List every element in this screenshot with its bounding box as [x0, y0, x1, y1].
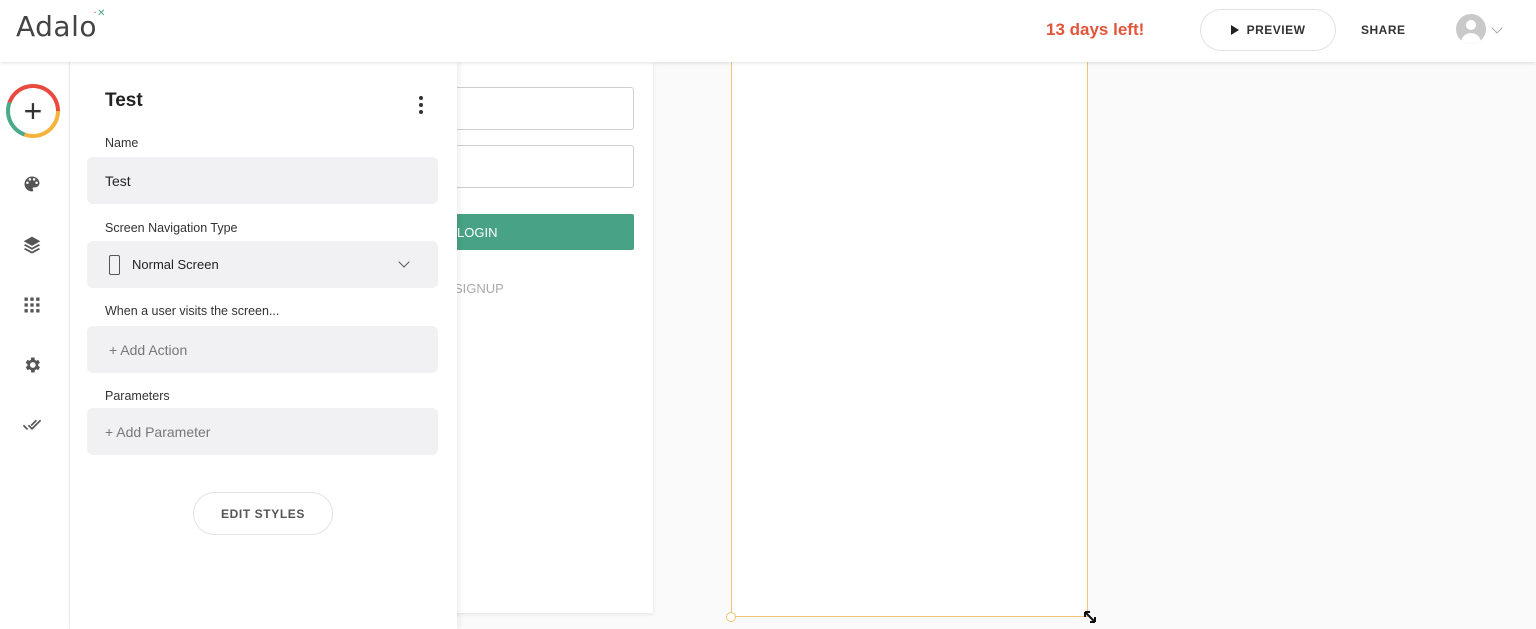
panel-title: Test	[105, 90, 143, 111]
layers-icon[interactable]	[21, 234, 43, 256]
nav-type-value: Normal Screen	[132, 257, 219, 272]
edit-styles-button[interactable]: EDIT STYLES	[193, 492, 333, 535]
logo-text: Adalo	[16, 10, 98, 43]
password-input-preview[interactable]	[430, 145, 634, 188]
top-bar: Adalo ·✕ 13 days left! PREVIEW SHARE	[0, 0, 1536, 62]
palette-icon[interactable]	[21, 173, 43, 195]
gear-icon[interactable]	[21, 354, 43, 376]
share-button[interactable]: SHARE	[1361, 23, 1406, 37]
screen-name-field[interactable]: Test	[87, 157, 438, 204]
logo-spark-icon: ·✕	[93, 8, 107, 19]
name-label: Name	[105, 136, 139, 150]
resize-cursor-icon	[1084, 611, 1096, 623]
preview-label: PREVIEW	[1246, 23, 1306, 37]
signup-link-preview[interactable]: SIGNUP	[454, 281, 504, 296]
play-icon	[1230, 25, 1239, 35]
left-toolbar: +	[0, 62, 70, 629]
login-button-preview[interactable]: LOGIN	[430, 214, 634, 250]
selected-screen-test[interactable]	[731, 62, 1088, 617]
trial-days-left[interactable]: 13 days left!	[1046, 20, 1144, 40]
chevron-down-icon[interactable]	[1491, 22, 1503, 34]
email-input-preview[interactable]	[430, 87, 634, 130]
login-screen-preview[interactable]: LOGIN SIGNUP	[430, 62, 653, 613]
more-options-icon[interactable]	[419, 96, 425, 114]
nav-type-select[interactable]: Normal Screen	[87, 241, 438, 288]
parameters-label: Parameters	[105, 389, 170, 403]
nav-type-label: Screen Navigation Type	[105, 221, 238, 235]
phone-icon	[109, 254, 120, 275]
visit-label: When a user visits the screen...	[105, 304, 280, 318]
add-parameter-button[interactable]: + Add Parameter	[87, 408, 438, 455]
adalo-logo[interactable]: Adalo ·✕	[16, 8, 106, 43]
resize-handle[interactable]	[726, 612, 736, 622]
chevron-down-icon	[398, 256, 410, 268]
screen-settings-panel: Test Name Test Screen Navigation Type No…	[70, 62, 457, 629]
add-action-button[interactable]: + Add Action	[87, 326, 438, 373]
user-avatar[interactable]	[1456, 14, 1486, 44]
plus-icon: +	[10, 88, 56, 134]
double-check-icon[interactable]	[21, 414, 43, 436]
add-component-button[interactable]: +	[6, 84, 60, 138]
preview-button[interactable]: PREVIEW	[1200, 9, 1336, 51]
grid-icon[interactable]	[21, 294, 43, 316]
